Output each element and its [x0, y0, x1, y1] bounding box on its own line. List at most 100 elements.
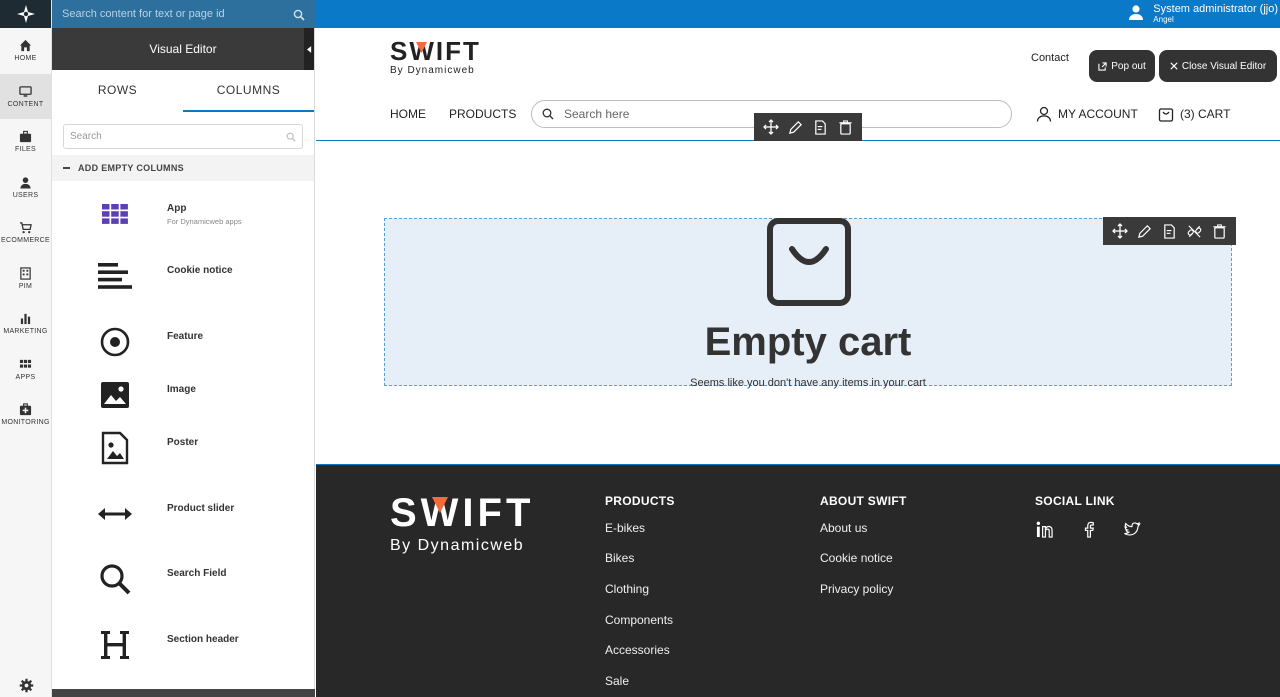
footer-logo[interactable]: SWIFT By Dynamicweb [390, 493, 534, 555]
footer-logo-subtext: By Dynamicweb [390, 537, 525, 554]
column-item-product-slider[interactable]: Product slider [52, 489, 314, 539]
main-navigation: HOME PRODUCTS [390, 107, 516, 121]
footer-link-cookie-notice[interactable]: Cookie notice [820, 551, 893, 565]
nav-marketing-label: MARKETING [3, 328, 48, 336]
heading-icon [98, 628, 132, 662]
cart-link[interactable]: (3) CART [1158, 106, 1230, 122]
visual-editor-panel: Visual Editor ROWS COLUMNS ADD EMPTY COL… [52, 28, 315, 697]
app-grid-icon [98, 197, 132, 231]
footer-link-bikes[interactable]: Bikes [605, 551, 634, 565]
pop-out-button[interactable]: Pop out [1089, 50, 1155, 82]
shopping-bag-icon [1158, 108, 1174, 122]
tab-columns[interactable]: COLUMNS [183, 70, 314, 112]
nav-pim[interactable]: PIM [0, 256, 51, 302]
external-link-icon [1098, 61, 1107, 71]
footer-link-components[interactable]: Components [605, 613, 673, 627]
column-item-cookie-notice[interactable]: Cookie notice [52, 251, 314, 301]
search-icon[interactable] [293, 8, 305, 21]
panel-search-input[interactable] [70, 131, 286, 142]
nav-ecommerce[interactable]: ECOMMERCE [0, 210, 51, 256]
nav-marketing[interactable]: MARKETING [0, 301, 51, 347]
left-navigation: HOME CONTENT FILES USERS ECOMMERCE PIM M… [0, 0, 52, 697]
column-item-search-field[interactable]: Search Field [52, 554, 314, 604]
user-outline-icon [1036, 106, 1052, 122]
footer-link-accessories[interactable]: Accessories [605, 643, 670, 657]
footer-link-clothing[interactable]: Clothing [605, 582, 649, 596]
footer-about-column: ABOUT SWIFT About us Cookie notice Priva… [820, 494, 907, 596]
my-account-link[interactable]: MY ACCOUNT [1036, 106, 1138, 122]
user-role: Angel [1153, 15, 1174, 24]
logo-accent-icon [416, 42, 427, 53]
site-footer: SWIFT By Dynamicweb PRODUCTS E-bikes Bik… [316, 465, 1280, 697]
contact-link[interactable]: Contact [1031, 52, 1069, 64]
move-icon[interactable] [762, 119, 779, 136]
delete-icon[interactable] [1211, 223, 1228, 240]
nav-files[interactable]: FILES [0, 119, 51, 165]
grid-icon [19, 359, 32, 368]
poster-icon [98, 431, 132, 465]
column-item-poster[interactable]: Poster [52, 423, 314, 473]
edit-icon[interactable] [787, 119, 804, 136]
social-links [1035, 520, 1141, 538]
section-toggle-add-empty-columns[interactable]: ADD EMPTY COLUMNS [52, 155, 314, 181]
image-icon [98, 378, 132, 412]
unlink-icon[interactable] [1186, 223, 1203, 240]
global-search[interactable] [52, 0, 315, 28]
footer-link-privacy-policy[interactable]: Privacy policy [820, 582, 893, 596]
footer-link-sale[interactable]: Sale [605, 674, 629, 688]
nav-apps[interactable]: APPS [0, 347, 51, 393]
site-logo-subtext: By Dynamicweb [390, 65, 475, 76]
move-icon[interactable] [1111, 223, 1128, 240]
save-template-icon[interactable] [812, 119, 829, 136]
user-menu[interactable]: System administrator (jjo) Angel [1127, 0, 1278, 28]
column-item-product-slider-label: Product slider [167, 503, 235, 514]
dynamicweb-logo[interactable] [0, 0, 51, 28]
column-item-feature[interactable]: Feature [52, 317, 314, 367]
nav-content-label: CONTENT [7, 100, 44, 108]
user-icon [20, 177, 31, 189]
edit-icon[interactable] [1136, 223, 1153, 240]
nav-monitoring[interactable]: MONITORING [0, 392, 51, 438]
logo-accent-icon [432, 497, 448, 513]
delete-icon[interactable] [837, 119, 854, 136]
footer-link-about-us[interactable]: About us [820, 521, 867, 535]
search-icon [286, 132, 296, 142]
nav-users[interactable]: USERS [0, 165, 51, 211]
target-icon [98, 325, 132, 359]
empty-cart-bag-icon [767, 218, 851, 306]
panel-search[interactable] [63, 124, 303, 149]
nav-link-home[interactable]: HOME [390, 107, 426, 121]
footer-social-title: SOCIAL LINK [1035, 494, 1115, 508]
column-item-app[interactable]: App For Dynamicweb apps [52, 189, 314, 239]
save-template-icon[interactable] [1161, 223, 1178, 240]
panel-tabs: ROWS COLUMNS [52, 70, 314, 112]
close-icon [1170, 62, 1178, 70]
settings-button[interactable] [0, 678, 52, 693]
top-bar: System administrator (jjo) Angel [0, 0, 1280, 28]
facebook-icon[interactable] [1079, 520, 1097, 538]
tab-rows[interactable]: ROWS [52, 70, 183, 112]
nav-home-label: HOME [14, 55, 37, 63]
column-item-section-header[interactable]: Section header [52, 620, 314, 670]
column-toolbar [1103, 217, 1236, 245]
linkedin-icon[interactable] [1035, 520, 1053, 538]
collapse-panel-button[interactable] [304, 28, 314, 70]
nav-content[interactable]: CONTENT [0, 73, 51, 119]
close-visual-editor-button[interactable]: Close Visual Editor [1159, 50, 1277, 82]
chevron-left-icon [306, 45, 311, 53]
nav-home[interactable]: HOME [0, 28, 51, 74]
row-toolbar [754, 113, 862, 141]
twitter-icon[interactable] [1123, 520, 1141, 538]
user-icon [1127, 3, 1145, 26]
nav-link-products[interactable]: PRODUCTS [449, 107, 516, 121]
footer-link-ebikes[interactable]: E-bikes [605, 521, 645, 535]
nav-apps-label: APPS [15, 373, 36, 381]
home-icon [19, 40, 32, 52]
site-logo[interactable]: SWIFT By Dynamicweb [390, 38, 481, 76]
global-search-input[interactable] [62, 8, 293, 20]
nav-files-label: FILES [15, 146, 36, 154]
column-item-image[interactable]: Image [52, 370, 314, 420]
website-preview: SWIFT By Dynamicweb Contact Pop out Clos… [316, 28, 1280, 697]
column-item-app-sub: For Dynamicweb apps [167, 217, 242, 226]
site-logo-text: SWIFT [390, 36, 481, 66]
